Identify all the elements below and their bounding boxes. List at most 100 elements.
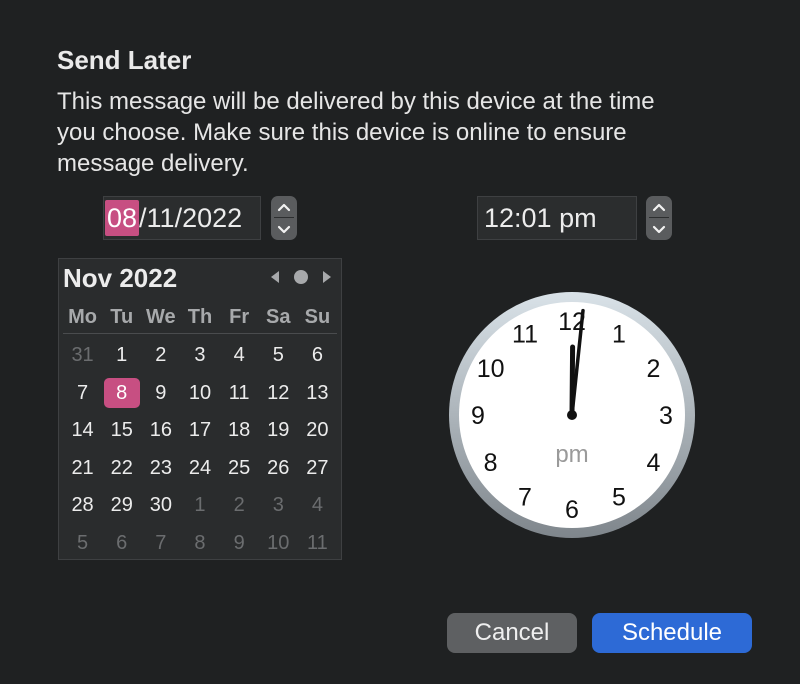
- calendar-day[interactable]: 6: [298, 337, 337, 375]
- calendar-day-label: 7: [77, 381, 89, 404]
- previous-month-icon[interactable]: [269, 270, 281, 289]
- calendar-day-label: 12: [267, 381, 290, 404]
- calendar-day[interactable]: 7: [63, 375, 102, 413]
- date-stepper[interactable]: [271, 196, 297, 240]
- calendar-day-label: 26: [267, 456, 290, 479]
- analog-clock[interactable]: 12 1234567891011 pm: [447, 290, 697, 540]
- today-dot-icon[interactable]: [293, 269, 309, 290]
- clock-number: 2: [646, 355, 660, 383]
- calendar-day[interactable]: 5: [63, 525, 102, 563]
- calendar-day-label: 15: [110, 419, 133, 441]
- calendar-day[interactable]: 25: [220, 450, 259, 488]
- calendar-day-label: 1: [194, 494, 206, 516]
- calendar-day-label: 25: [228, 456, 251, 479]
- calendar-day[interactable]: 12: [259, 375, 298, 413]
- clock-number: 11: [512, 321, 538, 349]
- calendar-day[interactable]: 11: [298, 525, 337, 563]
- calendar-day[interactable]: 4: [220, 337, 259, 375]
- calendar-day[interactable]: 23: [141, 450, 180, 488]
- calendar-day[interactable]: 26: [259, 450, 298, 488]
- clock-number: 3: [659, 402, 673, 430]
- calendar-day[interactable]: 16: [141, 412, 180, 450]
- date-day-segment[interactable]: 08: [105, 200, 140, 236]
- calendar-day-label: 27: [306, 456, 329, 479]
- calendar-day[interactable]: 3: [180, 337, 219, 375]
- calendar-day[interactable]: 14: [63, 412, 102, 450]
- calendar-day-label: 29: [110, 494, 133, 516]
- calendar-day[interactable]: 27: [298, 450, 337, 488]
- chevron-up-icon[interactable]: [271, 196, 297, 218]
- chevron-down-icon[interactable]: [646, 218, 672, 240]
- next-month-icon[interactable]: [321, 270, 333, 289]
- time-stepper[interactable]: [646, 196, 672, 240]
- clock-number: 1: [612, 321, 626, 349]
- calendar-day-label: 11: [228, 381, 250, 404]
- calendar-day[interactable]: 10: [180, 375, 219, 413]
- schedule-button[interactable]: Schedule: [592, 613, 752, 653]
- calendar-day-label: 24: [188, 456, 212, 479]
- calendar-day[interactable]: 3: [259, 487, 298, 525]
- calendar-day[interactable]: 15: [102, 412, 141, 450]
- calendar-day[interactable]: 28: [63, 487, 102, 525]
- calendar-day[interactable]: 5: [259, 337, 298, 375]
- calendar-day-label: 19: [267, 419, 290, 441]
- calendar-day[interactable]: 11: [220, 375, 259, 413]
- calendar-day[interactable]: 24: [180, 450, 219, 488]
- dialog-message: This message will be delivered by this d…: [57, 88, 655, 177]
- calendar-day[interactable]: 10: [259, 525, 298, 563]
- calendar-day[interactable]: 2: [141, 337, 180, 375]
- clock-number: 7: [518, 483, 532, 511]
- calendar-day[interactable]: 7: [141, 525, 180, 563]
- dialog-title: Send Later: [57, 45, 192, 75]
- calendar-day-label: 8: [103, 377, 140, 408]
- chevron-down-icon[interactable]: [271, 218, 297, 240]
- calendar-day[interactable]: 8: [180, 525, 219, 563]
- calendar-day-label: 4: [233, 344, 245, 366]
- cancel-button[interactable]: Cancel: [447, 613, 577, 653]
- weekday-label: Su: [304, 306, 331, 328]
- calendar-day[interactable]: 30: [141, 487, 180, 525]
- calendar-weekdays: Mo Tu We Th Fr Sa Su: [63, 303, 337, 334]
- calendar-day-label: 23: [149, 456, 172, 479]
- calendar-day-label: 2: [233, 494, 245, 516]
- calendar-day[interactable]: 2: [220, 487, 259, 525]
- calendar-nav: [269, 269, 333, 290]
- calendar-day[interactable]: 20: [298, 412, 337, 450]
- calendar-day[interactable]: 1: [102, 337, 141, 375]
- calendar-day-label: 10: [267, 531, 290, 554]
- weekday-label: Sa: [266, 306, 291, 328]
- calendar-day[interactable]: 13: [298, 375, 337, 413]
- calendar-day-label: 2: [155, 344, 167, 366]
- calendar-day[interactable]: 18: [220, 412, 259, 450]
- calendar-day[interactable]: 29: [102, 487, 141, 525]
- calendar-day[interactable]: 19: [259, 412, 298, 450]
- calendar-day[interactable]: 6: [102, 525, 141, 563]
- calendar-day[interactable]: 31: [63, 337, 102, 375]
- calendar-day[interactable]: 9: [220, 525, 259, 563]
- calendar-day[interactable]: 21: [63, 450, 102, 488]
- calendar-day[interactable]: 22: [102, 450, 141, 488]
- calendar-day[interactable]: 17: [180, 412, 219, 450]
- calendar-day[interactable]: 1: [180, 487, 219, 525]
- weekday-label: Fr: [229, 306, 250, 328]
- calendar-day[interactable]: 4: [298, 487, 337, 525]
- clock-period-label: pm: [555, 441, 588, 468]
- calendar-day-label: 13: [306, 381, 329, 404]
- weekday-label: Mo: [68, 306, 98, 328]
- date-rest-segment[interactable]: /11/2022: [139, 203, 242, 233]
- date-field[interactable]: 08/11/2022: [103, 196, 261, 240]
- calendar-day-label: 18: [228, 419, 251, 441]
- calendar-day-label: 3: [272, 494, 284, 516]
- calendar-day-label: 28: [71, 494, 94, 516]
- calendar-day-label: 22: [110, 456, 133, 479]
- chevron-up-icon[interactable]: [646, 196, 672, 218]
- calendar-day-label: 1: [116, 344, 128, 366]
- calendar-day-label: 16: [149, 419, 172, 441]
- calendar-day-label: 20: [306, 419, 329, 441]
- calendar-day[interactable]: 9: [141, 375, 180, 413]
- calendar-month-year: Nov 2022: [63, 263, 178, 293]
- clock-center-pin: [567, 410, 577, 420]
- weekday-label: Th: [187, 306, 213, 328]
- calendar-day-selected[interactable]: 8: [102, 375, 141, 413]
- time-field[interactable]: 12:01 pm: [477, 196, 637, 240]
